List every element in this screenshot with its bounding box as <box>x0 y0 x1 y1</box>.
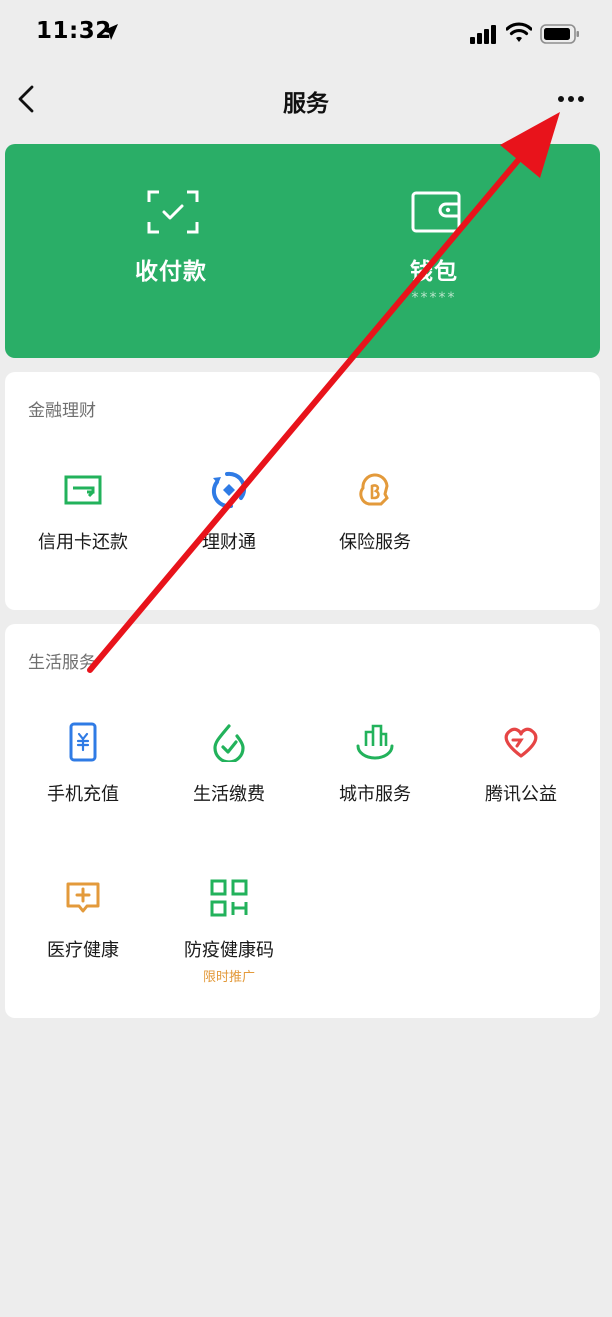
wallet-icon <box>411 191 461 233</box>
credit-card-repay-button[interactable]: 信用卡还款 <box>10 470 156 590</box>
tencent-charity-button[interactable]: 腾讯公益 <box>448 722 594 842</box>
medical-health-button[interactable]: 医疗健康 <box>10 878 156 998</box>
life-services-section: 生活服务 手机充值 生活缴费 城市服务 腾讯公益 医疗健康 防疫健康码 限时推广 <box>5 624 600 1018</box>
city-service-label: 城市服务 <box>339 784 411 805</box>
wealth-icon <box>211 471 247 509</box>
city-service-icon <box>356 724 394 760</box>
promo-badge: 限时推广 <box>202 970 255 985</box>
utility-bill-label: 生活缴费 <box>193 784 265 805</box>
life-services-section-title: 生活服务 <box>28 653 96 673</box>
health-code-label: 防疫健康码 <box>184 940 274 961</box>
page-title: 服务 <box>283 91 329 117</box>
credit-card-repay-label: 信用卡还款 <box>38 532 128 553</box>
phone-topup-icon <box>69 722 97 762</box>
insurance-service-button[interactable]: 保险服务 <box>302 470 448 590</box>
insurance-service-label: 保险服务 <box>339 532 411 553</box>
qr-code-icon <box>210 879 248 917</box>
utility-bill-button[interactable]: 生活缴费 <box>156 722 302 842</box>
cellular-signal-icon <box>470 25 496 44</box>
wallet-label: 钱包 <box>410 259 458 285</box>
scan-pay-icon <box>147 190 199 234</box>
battery-icon <box>540 24 579 44</box>
tencent-charity-label: 腾讯公益 <box>485 784 557 805</box>
health-code-button[interactable]: 防疫健康码 限时推广 <box>156 878 302 998</box>
wealth-management-label: 理财通 <box>202 532 256 553</box>
city-service-button[interactable]: 城市服务 <box>302 722 448 842</box>
credit-card-icon <box>64 475 102 505</box>
more-options-icon[interactable] <box>552 88 590 110</box>
charity-icon <box>504 727 538 758</box>
wallet-card: 收付款 钱包 ***** <box>5 144 600 358</box>
wealth-management-button[interactable]: 理财通 <box>156 470 302 590</box>
pay-receive-label: 收付款 <box>135 259 207 285</box>
medical-health-label: 医疗健康 <box>47 940 119 961</box>
finance-section-title: 金融理财 <box>28 401 96 421</box>
utility-bill-icon <box>213 724 245 762</box>
phone-topup-label: 手机充值 <box>47 784 119 805</box>
status-bar: 11:32 <box>0 0 612 66</box>
wallet-button[interactable]: 钱包 ***** <box>314 144 554 358</box>
nav-bar: 服务 <box>0 66 612 132</box>
wifi-icon <box>506 22 532 42</box>
phone-topup-button[interactable]: 手机充值 <box>10 722 156 842</box>
pay-receive-button[interactable]: 收付款 <box>51 144 291 358</box>
insurance-icon <box>359 473 389 506</box>
finance-section: 金融理财 信用卡还款 理财通 保险服务 <box>5 372 600 610</box>
wallet-balance-masked: ***** <box>411 290 457 306</box>
medical-icon <box>66 882 100 913</box>
location-arrow-icon <box>102 24 118 40</box>
